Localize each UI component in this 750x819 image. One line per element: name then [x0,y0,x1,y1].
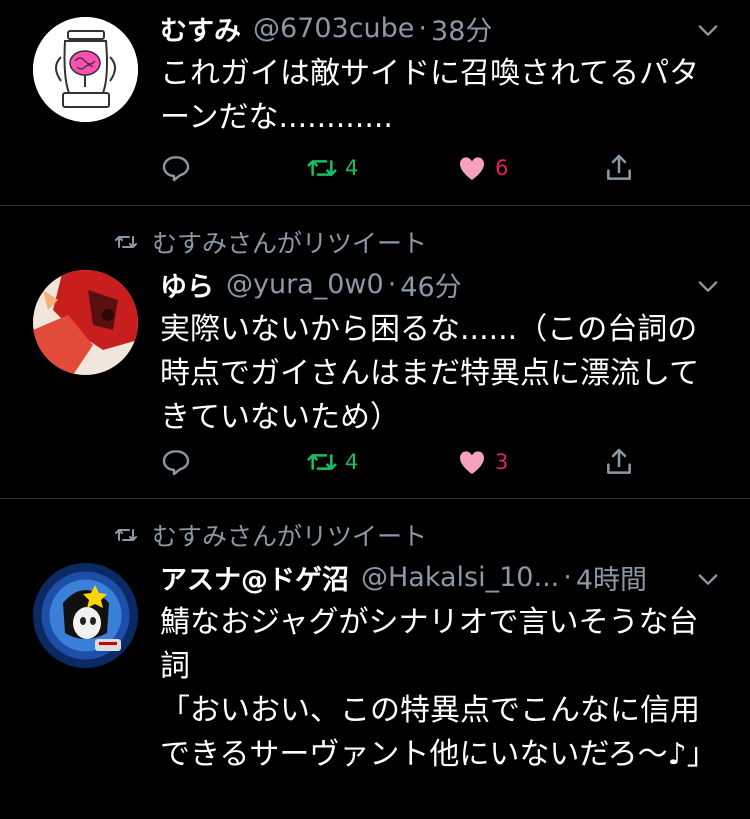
reply-button[interactable] [160,442,192,482]
share-icon [607,448,631,474]
avatar[interactable] [33,563,138,668]
retweeted-by-text: むすみさんがリツイート [152,522,428,551]
avatar[interactable] [33,17,138,122]
avatar-jar-brain-image [33,17,138,122]
reply-icon [162,156,190,182]
retweet-icon [307,160,337,176]
display-name[interactable]: むすみ [160,9,241,48]
user-handle[interactable]: @Hakalsi_10... [361,562,559,593]
like-icon [460,451,484,474]
avatar[interactable] [33,270,138,375]
like-count: 3 [495,450,509,474]
retweet-small-icon [115,236,137,248]
retweet-small-icon [115,529,137,541]
retweet-count: 4 [345,450,359,474]
tweet[interactable]: むすみさんがリツイート アスナ@ドゲ沼 @Hakalsi_10... · 4時間… [0,499,750,819]
retweet-icon [307,454,337,470]
tweet-text: 鯖なおジャグがシナリオで言いそうな台詞 「おいおい、この特異点でこんなに信用でき… [160,605,717,772]
share-button[interactable] [603,442,635,482]
separator-dot: · [387,268,397,300]
chevron-down-icon[interactable] [694,565,722,593]
retweet-button[interactable]: 4 [305,148,358,188]
like-count: 6 [495,156,509,180]
user-handle[interactable]: @yura_0w0 [226,269,384,300]
display-name[interactable]: ゆら [160,265,214,304]
avatar-anime-character-image [33,563,138,668]
retweet-button[interactable]: 4 [305,442,358,482]
reply-button[interactable] [160,148,192,188]
like-icon [460,157,484,180]
separator-dot: · [563,561,572,593]
chevron-down-icon[interactable] [694,16,722,44]
share-button[interactable] [603,148,635,188]
timestamp[interactable]: 38分 [431,9,492,48]
avatar-red-art-image [33,270,138,375]
retweeted-by-text: むすみさんがリツイート [152,229,428,258]
like-button[interactable]: 6 [455,148,508,188]
retweeted-by-line[interactable]: むすみさんがリツイート [112,517,427,553]
separator-dot: · [418,12,428,44]
tweet-text: これガイは敵サイドに召喚されてるパターンだな............ [160,56,700,135]
tweet[interactable]: むすみさんがリツイート ゆら @yura_0w0 · 46分 実際いないから困る… [0,206,750,498]
tweet[interactable]: むすみ @6703cube · 38分 これガイは敵サイドに召喚されてるパターン… [0,0,750,205]
like-button[interactable]: 3 [455,442,508,482]
share-icon [607,154,631,180]
user-handle[interactable]: @6703cube [253,13,414,44]
timestamp[interactable]: 46分 [400,265,461,304]
timestamp[interactable]: 4時間 [576,558,647,597]
chevron-down-icon[interactable] [694,272,722,300]
reply-icon [162,450,190,476]
retweet-count: 4 [345,156,359,180]
retweeted-by-line[interactable]: むすみさんがリツイート [112,224,427,260]
tweet-text: 実際いないから困るな......（この台詞の時点でガイさんはまだ特異点に漂流して… [160,312,700,435]
display-name[interactable]: アスナ@ドゲ沼 [160,558,349,597]
